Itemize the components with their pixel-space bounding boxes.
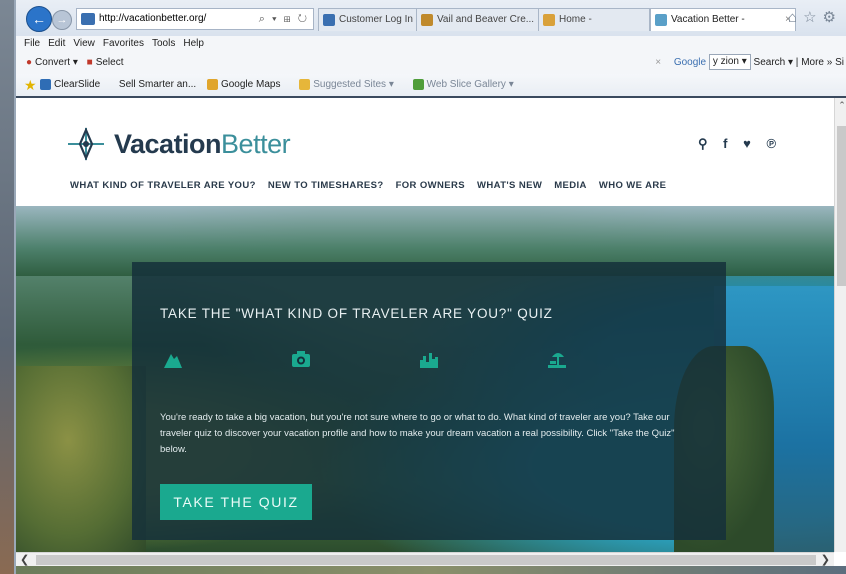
nav-traveler[interactable]: WHAT KIND OF TRAVELER ARE YOU?	[70, 180, 256, 191]
favorite-web-slice-gallery[interactable]: Web Slice Gallery ▾	[412, 78, 522, 90]
horizontal-scrollbar[interactable]: ❮ ❯	[16, 552, 834, 567]
quiz-title: TAKE THE "WHAT KIND OF TRAVELER ARE YOU?…	[160, 306, 553, 321]
social-links: ⚲ f ♥ ℗	[698, 136, 788, 152]
more-button[interactable]: More »	[801, 57, 832, 68]
suggested-sites-icon	[299, 78, 311, 90]
tab-favicon-icon	[421, 14, 433, 26]
tab-vail-beaver[interactable]: Vail and Beaver Cre...	[416, 8, 556, 31]
nav-media[interactable]: MEDIA	[554, 180, 587, 191]
command-bar: ● Convert ▾ ■ Select × Google y zion ▾ Sea…	[16, 52, 846, 74]
menu-file[interactable]: File	[24, 38, 40, 49]
nav-for-owners[interactable]: FOR OWNERS	[396, 180, 465, 191]
taskbar-edge	[16, 566, 846, 574]
favorite-label: Web Slice Gallery ▾	[426, 79, 514, 90]
tab-vacation-better[interactable]: Vacation Better - ×	[650, 8, 796, 31]
mountain-icon	[164, 354, 182, 368]
vertical-scroll-thumb[interactable]	[837, 126, 846, 286]
twitter-icon[interactable]: ♥	[743, 136, 751, 151]
scroll-left-icon[interactable]: ❮	[20, 553, 29, 567]
favorites-star-icon[interactable]: ★	[24, 74, 37, 96]
select-icon: ■	[86, 57, 93, 68]
compass-logo-icon	[68, 127, 104, 161]
menu-bar: File Edit View Favorites Tools Help	[16, 36, 846, 52]
favorites-bar: ★ ClearSlide Sell Smarter an... Google M…	[16, 74, 846, 98]
quiz-panel: TAKE THE "WHAT KIND OF TRAVELER ARE YOU?…	[132, 262, 726, 540]
nav-new-to-timeshares[interactable]: NEW TO TIMESHARES?	[268, 180, 384, 191]
address-controls[interactable]: ⌕ ▾ ⊞ ↻	[259, 9, 309, 29]
scroll-right-icon[interactable]: ❯	[821, 553, 830, 567]
camera-icon	[292, 351, 310, 367]
clearslide-icon	[40, 78, 51, 90]
tab-favicon-icon	[655, 14, 667, 26]
search-button[interactable]: Search ▾	[754, 57, 793, 68]
forward-button[interactable]: →	[52, 10, 72, 30]
favorite-clearslide[interactable]: ClearSlide	[40, 78, 108, 90]
favorite-label: Suggested Sites ▾	[313, 79, 394, 90]
tab-favicon-icon	[323, 14, 335, 26]
favorite-google-maps[interactable]: Google Maps	[206, 78, 288, 90]
menu-help[interactable]: Help	[183, 38, 204, 49]
google-label: Google	[673, 57, 707, 68]
hero-image: TAKE THE "WHAT KIND OF TRAVELER ARE YOU?…	[16, 206, 834, 552]
beach-icon	[548, 353, 566, 368]
webpage: VacationBetter ⚲ f ♥ ℗ WHAT KIND OF TRAV…	[16, 98, 834, 552]
logo-light: Better	[221, 129, 291, 159]
favorite-sell-smarter[interactable]: Sell Smarter an...	[119, 79, 196, 90]
menu-favorites[interactable]: Favorites	[103, 38, 144, 49]
maps-icon	[206, 78, 218, 90]
hero-valley	[16, 366, 146, 552]
back-button[interactable]: ←	[26, 6, 52, 32]
pinterest-icon[interactable]: ℗	[766, 136, 776, 151]
menu-view[interactable]: View	[73, 38, 95, 49]
window-icons[interactable]: ⌂☆⚙	[788, 8, 842, 26]
main-nav: WHAT KIND OF TRAVELER ARE YOU? NEW TO TIM…	[70, 180, 678, 191]
horizontal-scroll-thumb[interactable]	[36, 555, 816, 565]
search-close-icon[interactable]: ×	[655, 57, 661, 68]
tab-label: Vacation Better -	[671, 14, 745, 25]
select-button[interactable]: Select	[96, 57, 124, 68]
tab-label: Vail and Beaver Cre...	[437, 14, 535, 25]
logo-bold: Vacation	[114, 129, 222, 159]
web-slice-icon	[412, 78, 424, 90]
logo-wordmark: VacationBetter	[114, 128, 291, 160]
favorite-label: Google Maps	[220, 79, 281, 90]
menu-edit[interactable]: Edit	[48, 38, 65, 49]
scroll-up-icon[interactable]: ⌃	[835, 100, 846, 111]
convert-icon: ●	[26, 57, 33, 68]
site-favicon-icon	[81, 13, 95, 25]
menu-tools[interactable]: Tools	[152, 38, 175, 49]
nav-who-we-are[interactable]: WHO WE ARE	[599, 180, 667, 191]
sign-in-link[interactable]: Si	[835, 57, 844, 68]
browser-window: ← → http://vacationbetter.org/ ⌕ ▾ ⊞ ↻ C…	[14, 0, 846, 574]
convert-button[interactable]: Convert	[35, 57, 70, 68]
tab-home[interactable]: Home -	[538, 8, 650, 31]
address-bar[interactable]: http://vacationbetter.org/ ⌕ ▾ ⊞ ↻	[76, 8, 314, 30]
search-icon[interactable]: ⚲	[698, 136, 708, 151]
desktop-edge	[0, 0, 14, 574]
browser-titlebar: ← → http://vacationbetter.org/ ⌕ ▾ ⊞ ↻ C…	[16, 0, 846, 36]
favorite-suggested-sites[interactable]: Suggested Sites ▾	[299, 78, 402, 90]
favorite-label: ClearSlide	[54, 79, 101, 90]
facebook-icon[interactable]: f	[723, 136, 727, 151]
google-search-field[interactable]: y zion ▾	[708, 54, 751, 71]
convert-dropdown-icon[interactable]: ▾	[73, 57, 78, 68]
quiz-description: You're ready to take a big vacation, but…	[160, 412, 675, 455]
tab-label: Home -	[559, 14, 592, 25]
vertical-scrollbar[interactable]: ⌃	[834, 98, 846, 552]
address-url: http://vacationbetter.org/	[99, 13, 207, 24]
tab-favicon-icon	[543, 14, 555, 26]
nav-whats-new[interactable]: WHAT'S NEW	[477, 180, 542, 191]
take-quiz-button[interactable]: TAKE THE QUIZ	[160, 484, 312, 520]
city-icon	[420, 353, 438, 368]
